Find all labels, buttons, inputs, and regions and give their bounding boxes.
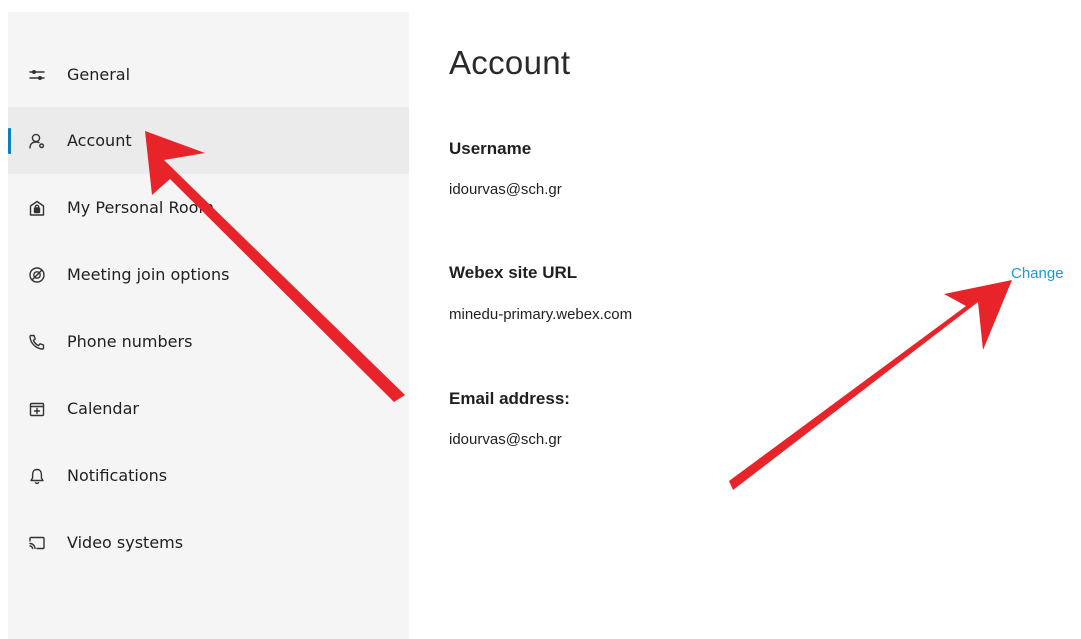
settings-sidebar: General Account My Personal Room Meeting… xyxy=(8,12,409,639)
user-gear-icon xyxy=(28,132,46,150)
site-url-value: minedu-primary.webex.com xyxy=(449,306,633,323)
sidebar-item-label: My Personal Room xyxy=(67,198,215,217)
username-label: Username xyxy=(449,139,532,158)
sidebar-item-calendar[interactable]: Calendar xyxy=(8,375,409,442)
bell-icon xyxy=(28,467,46,485)
meeting-join-icon xyxy=(28,266,46,284)
sidebar-item-video-systems[interactable]: Video systems xyxy=(8,509,409,576)
sidebar-item-label: Notifications xyxy=(67,466,168,485)
sidebar-item-label: Calendar xyxy=(67,399,139,418)
sidebar-item-meeting-join-options[interactable]: Meeting join options xyxy=(8,241,409,308)
sidebar-item-label: Account xyxy=(67,131,132,150)
username-value: idourvas@sch.gr xyxy=(449,181,562,198)
room-lock-icon xyxy=(28,199,46,217)
sidebar-item-label: General xyxy=(67,65,131,84)
account-panel: Account Username idourvas@sch.gr Webex s… xyxy=(409,0,1081,639)
calendar-add-icon xyxy=(28,400,46,418)
sidebar-item-notifications[interactable]: Notifications xyxy=(8,442,409,509)
email-label: Email address: xyxy=(449,389,570,408)
sidebar-item-account[interactable]: Account xyxy=(8,107,409,174)
sidebar-item-label: Meeting join options xyxy=(67,265,230,284)
site-url-label: Webex site URL xyxy=(449,263,578,282)
sidebar-item-phone-numbers[interactable]: Phone numbers xyxy=(8,308,409,375)
phone-icon xyxy=(28,333,46,351)
change-site-url-link[interactable]: Change xyxy=(1011,265,1064,282)
sliders-icon xyxy=(28,66,46,84)
sidebar-item-general[interactable]: General xyxy=(8,41,409,108)
sidebar-item-label: Phone numbers xyxy=(67,332,193,351)
email-value: idourvas@sch.gr xyxy=(449,431,562,448)
cast-screen-icon xyxy=(28,534,46,552)
sidebar-item-label: Video systems xyxy=(67,533,184,552)
sidebar-item-personal-room[interactable]: My Personal Room xyxy=(8,174,409,241)
page-title: Account xyxy=(449,44,571,81)
